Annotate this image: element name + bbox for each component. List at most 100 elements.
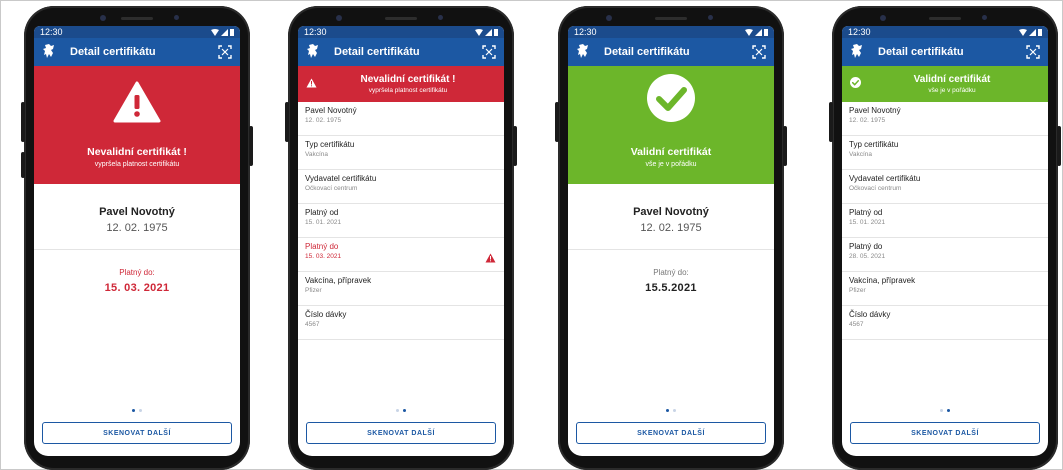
- status-time: 12:30: [304, 27, 327, 37]
- battery-icon: [1038, 28, 1042, 36]
- result-banner-valid: Validní certifikát vše je v pořádku: [842, 66, 1048, 102]
- front-camera-icon: [880, 15, 886, 21]
- result-subtitle: vše je v pořádku: [928, 87, 976, 94]
- battery-icon: [764, 28, 768, 36]
- page-dot-2[interactable]: [947, 409, 950, 412]
- status-bar: 12:30: [34, 26, 240, 38]
- detail-value: 15. 01. 2021: [849, 219, 886, 226]
- holder-name: Pavel Novotný: [633, 206, 709, 218]
- screen: 12:30 Detail certifikátu Nevalidní certi…: [298, 26, 504, 456]
- detail-label: Vakcína, přípravek: [849, 276, 916, 285]
- detail-label: Typ certifikátu: [849, 140, 899, 149]
- detail-value: Očkovací centrum: [305, 185, 358, 192]
- lion-emblem-icon[interactable]: [304, 43, 322, 62]
- scan-next-button[interactable]: SKENOVAT DALŠÍ: [576, 422, 766, 444]
- qr-scan-icon[interactable]: [1026, 45, 1042, 59]
- page-dot-1[interactable]: [396, 409, 399, 412]
- page-indicator[interactable]: [34, 409, 240, 412]
- detail-list: Pavel Novotný 12. 02. 1975 Typ certifikát…: [298, 102, 504, 340]
- detail-row-valid-from: Platný od 15. 01. 2021: [298, 204, 504, 238]
- volume-button: [285, 102, 289, 142]
- qr-scan-icon[interactable]: [752, 45, 768, 59]
- detail-label: Vakcína, přípravek: [305, 276, 372, 285]
- detail-value: Pfizer: [849, 287, 866, 294]
- page-indicator[interactable]: [568, 409, 774, 412]
- screen: 12:30 Detail certifikátu Validní certifi…: [568, 26, 774, 456]
- page-indicator[interactable]: [298, 409, 504, 412]
- wifi-icon: [475, 28, 483, 36]
- detail-label: Platný od: [849, 208, 883, 217]
- system-icons: [211, 28, 234, 36]
- speaker-grille: [655, 17, 687, 20]
- page-title: Detail certifikátu: [70, 46, 156, 58]
- phone-4: 12:30 Detail certifikátu Validní certifi…: [829, 6, 1061, 470]
- lion-emblem-icon[interactable]: [40, 43, 58, 62]
- page-dot-1[interactable]: [940, 409, 943, 412]
- scan-next-button[interactable]: SKENOVAT DALŠÍ: [42, 422, 232, 444]
- validity-value: 15. 03. 2021: [104, 282, 170, 294]
- phone-2: 12:30 Detail certifikátu Nevalidní certi…: [285, 6, 517, 470]
- detail-row-type: Typ certifikátu Vakcína: [842, 136, 1048, 170]
- banner-text: Validní certifikát vše je v pořádku: [864, 74, 1040, 94]
- detail-row-valid-to: Platný do 28. 05. 2021: [842, 238, 1048, 272]
- page-dot-2[interactable]: [403, 409, 406, 412]
- page-title: Detail certifikátu: [604, 46, 690, 58]
- signal-icon: [1029, 28, 1036, 36]
- battery-icon: [494, 28, 498, 36]
- top-bezel: [288, 6, 514, 26]
- top-bezel: [832, 6, 1058, 26]
- top-bezel: [558, 6, 784, 26]
- app-bar: Detail certifikátu: [568, 38, 774, 66]
- detail-value: Pfizer: [305, 287, 322, 294]
- page-dot-1[interactable]: [132, 409, 135, 412]
- qr-scan-icon[interactable]: [218, 45, 234, 59]
- bixby-button: [21, 152, 25, 178]
- holder-info: Pavel Novotný 12. 02. 1975: [34, 184, 240, 250]
- signal-icon: [485, 28, 492, 36]
- detail-label: Pavel Novotný: [849, 106, 901, 115]
- result-hero-invalid: Nevalidní certifikát ! vypršela platnost…: [34, 66, 240, 184]
- detail-label: Platný od: [305, 208, 339, 217]
- speaker-grille: [929, 17, 961, 20]
- screen: 12:30 Detail certifikátu Nevalidní certi…: [34, 26, 240, 456]
- speaker-grille: [385, 17, 417, 20]
- lion-emblem-icon[interactable]: [848, 43, 866, 62]
- speaker-grille: [121, 17, 153, 20]
- status-time: 12:30: [40, 27, 63, 37]
- front-camera-icon: [336, 15, 342, 21]
- holder-dob: 12. 02. 1975: [106, 222, 168, 234]
- front-camera-icon: [606, 15, 612, 21]
- detail-value: 4567: [849, 321, 864, 328]
- detail-row-issuer: Vydavatel certifikátu Očkovací centrum: [842, 170, 1048, 204]
- scan-next-button[interactable]: SKENOVAT DALŠÍ: [306, 422, 496, 444]
- detail-row-vaccine: Vakcína, přípravek Pfizer: [298, 272, 504, 306]
- holder-dob: 12. 02. 1975: [640, 222, 702, 234]
- detail-value: 12. 02. 1975: [849, 117, 886, 124]
- detail-list: Pavel Novotný 12. 02. 1975 Typ certifikát…: [842, 102, 1048, 340]
- result-title: Validní certifikát: [913, 74, 991, 85]
- scan-next-button[interactable]: SKENOVAT DALŠÍ: [850, 422, 1040, 444]
- sensor-icon: [982, 15, 987, 20]
- status-bar: 12:30: [298, 26, 504, 38]
- qr-scan-icon[interactable]: [482, 45, 498, 59]
- wifi-icon: [1019, 28, 1027, 36]
- phone-1: 12:30 Detail certifikátu Nevalidní certi…: [21, 6, 253, 470]
- lion-emblem-icon[interactable]: [574, 43, 592, 62]
- system-icons: [745, 28, 768, 36]
- detail-row-name: Pavel Novotný 12. 02. 1975: [298, 102, 504, 136]
- detail-value: Vakcína: [849, 151, 873, 158]
- validity-info: Platný do: 15. 03. 2021: [34, 250, 240, 294]
- page-dot-2[interactable]: [139, 409, 142, 412]
- detail-label: Číslo dávky: [305, 310, 347, 319]
- screen: 12:30 Detail certifikátu Validní certifi…: [842, 26, 1048, 456]
- wifi-icon: [745, 28, 753, 36]
- volume-button: [21, 102, 25, 142]
- page-dot-1[interactable]: [666, 409, 669, 412]
- page-indicator[interactable]: [842, 409, 1048, 412]
- volume-button: [829, 102, 833, 142]
- power-button: [249, 126, 253, 166]
- page-dot-2[interactable]: [673, 409, 676, 412]
- status-bar: 12:30: [568, 26, 774, 38]
- detail-label: Pavel Novotný: [305, 106, 357, 115]
- result-title: Nevalidní certifikát !: [360, 74, 456, 85]
